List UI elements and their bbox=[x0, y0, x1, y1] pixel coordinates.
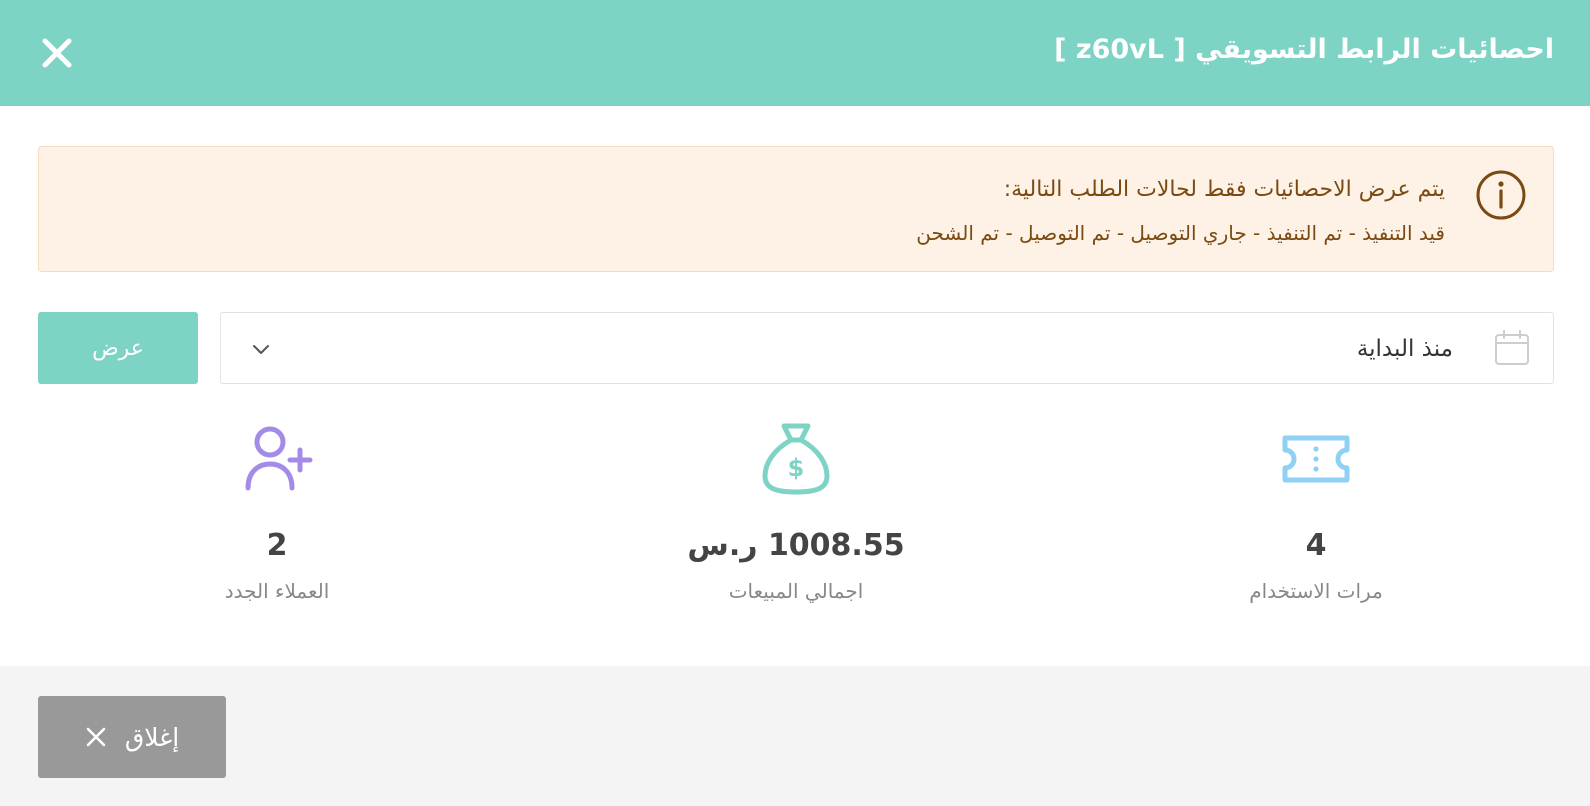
close-icon bbox=[86, 727, 106, 747]
modal-footer: إغلاق bbox=[0, 666, 1590, 806]
ticket-icon bbox=[1282, 435, 1350, 483]
close-button[interactable]: إغلاق bbox=[38, 696, 226, 778]
money-bag-icon: $ bbox=[762, 423, 830, 495]
calendar-icon bbox=[1495, 330, 1529, 365]
modal-header: احصائيات الرابط التسويقي [ z60vL ] bbox=[0, 0, 1590, 106]
close-button-label: إغلاق bbox=[124, 722, 180, 752]
sales-label: اجمالي المبيعات bbox=[728, 579, 864, 603]
chevron-down-icon bbox=[253, 345, 269, 354]
stat-customers: 2 العملاء الجدد bbox=[157, 420, 397, 603]
info-icon bbox=[1476, 170, 1526, 220]
modal-title: احصائيات الرابط التسويقي [ z60vL ] bbox=[1054, 34, 1554, 65]
info-alert: يتم عرض الاحصائيات فقط لحالات الطلب التا… bbox=[38, 146, 1554, 272]
period-select-value: منذ البداية bbox=[1356, 336, 1453, 362]
svg-text:$: $ bbox=[788, 454, 805, 482]
stat-usage: 4 مرات الاستخدام bbox=[1196, 420, 1436, 603]
stat-sales: $ 1008.55 ر.س اجمالي المبيعات bbox=[676, 420, 916, 603]
sales-total: 1008.55 ر.س bbox=[687, 528, 905, 563]
usage-label: مرات الاستخدام bbox=[1249, 579, 1383, 603]
usage-count: 4 bbox=[1305, 528, 1327, 563]
user-add-icon bbox=[245, 426, 313, 491]
show-button[interactable]: عرض bbox=[38, 312, 198, 384]
close-icon[interactable] bbox=[40, 36, 74, 70]
new-customers-label: العملاء الجدد bbox=[224, 579, 330, 603]
new-customers-count: 2 bbox=[266, 528, 288, 563]
alert-statuses: قيد التنفيذ - تم التنفيذ - جاري التوصيل … bbox=[916, 221, 1445, 245]
period-select[interactable]: منذ البداية bbox=[220, 312, 1554, 384]
alert-heading: يتم عرض الاحصائيات فقط لحالات الطلب التا… bbox=[1003, 177, 1445, 202]
